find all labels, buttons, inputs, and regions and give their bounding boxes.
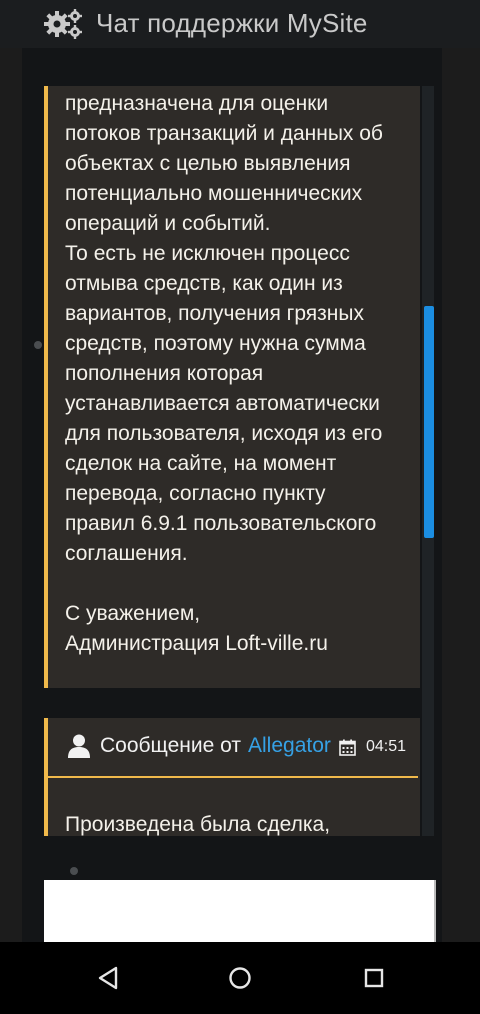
calendar-icon <box>339 739 356 756</box>
message-text: Произведена была сделка, <box>65 813 331 836</box>
gears-icon[interactable] <box>44 6 84 40</box>
message-header: Сообщение от Allegator 04:51 <box>48 718 418 778</box>
scrollbar-thumb[interactable] <box>424 306 434 538</box>
message-bubble: Сообщение от Allegator 04:51 Произведена… <box>44 718 420 836</box>
message-time: 04:51 <box>366 738 407 755</box>
message-bubble: предназначена для оценки потоков транзак… <box>44 86 420 688</box>
message-header-label: Сообщение от <box>100 734 241 757</box>
home-icon[interactable] <box>222 960 258 996</box>
resize-handle[interactable] <box>34 341 42 349</box>
chat-messages[interactable]: предназначена для оценки потоков транзак… <box>44 86 420 836</box>
system-navigation-bar <box>0 942 480 1014</box>
app-header: Чат поддержки MySite <box>0 0 480 48</box>
page-title: Чат поддержки MySite <box>96 8 368 38</box>
user-icon <box>68 734 90 758</box>
recents-icon[interactable] <box>356 960 392 996</box>
author-link[interactable]: Allegator <box>248 734 331 758</box>
resize-handle[interactable] <box>70 867 78 875</box>
message-input[interactable] <box>44 880 436 942</box>
message-text: предназначена для оценки потоков транзак… <box>65 92 383 655</box>
back-icon[interactable] <box>90 960 126 996</box>
